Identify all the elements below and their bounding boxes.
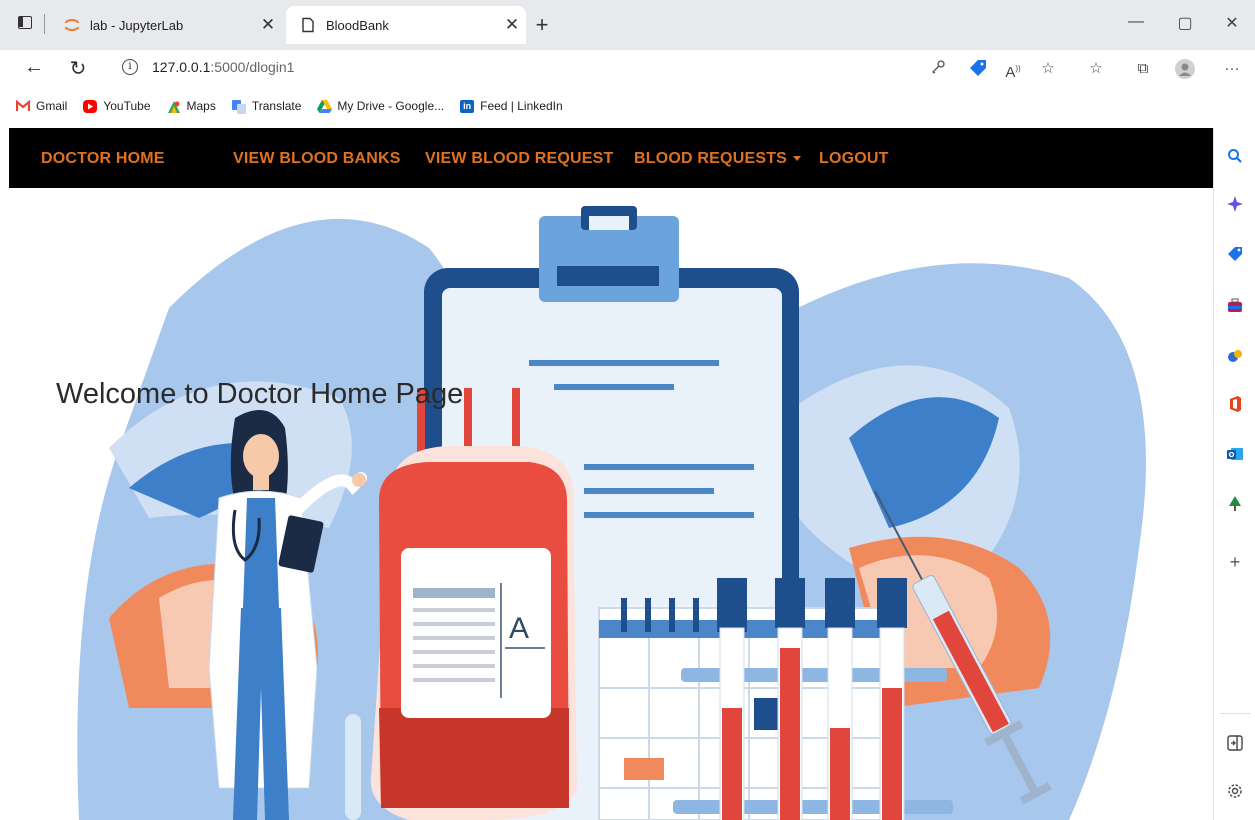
page-icon xyxy=(302,17,314,33)
favorites-icon[interactable]: ☆ xyxy=(1086,59,1106,79)
tab-actions-icon[interactable] xyxy=(18,16,34,32)
tag-icon[interactable] xyxy=(968,59,988,79)
favorite-add-icon[interactable]: ☆ xyxy=(1038,59,1058,79)
close-tab-icon[interactable]: ✕ xyxy=(254,15,282,35)
nav-view-blood-request[interactable]: VIEW BLOOD REQUEST xyxy=(425,150,614,168)
bookmark-maps[interactable]: Maps xyxy=(167,99,216,113)
linkedin-icon: in xyxy=(460,99,475,113)
caret-down-icon xyxy=(793,156,802,162)
tab-strip: lab - JupyterLab ✕ BloodBank ✕ + — ▢ ✕ xyxy=(0,0,1255,50)
translate-icon xyxy=(231,99,246,114)
drive-icon xyxy=(317,99,333,113)
bookmark-label: Maps xyxy=(186,99,216,113)
blood-type-label: A xyxy=(509,612,529,645)
edge-sidebar: + xyxy=(1213,128,1255,820)
top-navbar: DOCTOR HOME VIEW BLOOD BANKS VIEW BLOOD … xyxy=(9,128,1213,188)
nav-blood-requests-dropdown[interactable]: BLOOD REQUESTS xyxy=(634,150,802,168)
web-page: DOCTOR HOME VIEW BLOOD BANKS VIEW BLOOD … xyxy=(0,128,1213,820)
collections-icon[interactable]: ⧉ xyxy=(1133,59,1153,79)
nav-doctor-home[interactable]: DOCTOR HOME xyxy=(41,150,165,168)
nav-logout[interactable]: LOGOUT xyxy=(819,150,889,168)
dropdown-label: BLOOD REQUESTS xyxy=(634,150,788,167)
tab-separator xyxy=(44,14,45,34)
office-icon[interactable] xyxy=(1227,396,1243,412)
bookmark-label: Feed | LinkedIn xyxy=(480,99,563,113)
gmail-icon xyxy=(15,99,31,113)
profile-avatar-icon[interactable] xyxy=(1175,59,1195,79)
new-tab-button[interactable]: + xyxy=(530,12,554,38)
restore-button[interactable]: ▢ xyxy=(1175,13,1195,33)
bookmark-label: Gmail xyxy=(36,99,68,113)
site-info-icon[interactable]: i xyxy=(122,59,138,75)
bookmark-linkedin[interactable]: in Feed | LinkedIn xyxy=(460,99,563,113)
tab-jupyterlab[interactable]: lab - JupyterLab ✕ xyxy=(50,8,282,42)
outlook-icon[interactable] xyxy=(1227,446,1243,462)
back-arrow-icon[interactable]: ← xyxy=(22,56,46,79)
nav-view-blood-banks[interactable]: VIEW BLOOD BANKS xyxy=(233,150,401,168)
key-icon[interactable] xyxy=(928,59,948,79)
tab-bloodbank[interactable]: BloodBank ✕ xyxy=(286,6,526,44)
tab-title: BloodBank xyxy=(326,17,389,33)
shopping-tag-icon[interactable] xyxy=(1227,246,1243,262)
copilot-sparkle-icon[interactable] xyxy=(1227,196,1243,212)
bookmark-label: YouTube xyxy=(103,99,151,113)
close-window-button[interactable]: ✕ xyxy=(1222,13,1242,33)
browser-toolbar: ← ↻ i 127.0.0.1:5000/dlogin1 A)) ☆ ☆ ⧉ ·… xyxy=(0,50,1255,86)
maps-icon xyxy=(167,100,181,113)
tree-icon[interactable] xyxy=(1227,496,1243,512)
read-aloud-icon[interactable]: A)) xyxy=(1003,59,1023,81)
close-tab-icon[interactable]: ✕ xyxy=(498,15,526,35)
blood-bank-illustration: A xyxy=(77,206,1146,820)
tab-title: lab - JupyterLab xyxy=(90,17,184,33)
refresh-icon[interactable]: ↻ xyxy=(66,56,90,81)
jupyter-icon xyxy=(65,19,79,31)
more-menu-icon[interactable]: ··· xyxy=(1222,59,1242,79)
address-bar[interactable]: i 127.0.0.1:5000/dlogin1 xyxy=(122,59,294,75)
bookmark-youtube[interactable]: YouTube xyxy=(83,99,151,113)
bookmark-drive[interactable]: My Drive - Google... xyxy=(317,99,444,113)
settings-gear-icon[interactable] xyxy=(1227,783,1243,799)
bookmark-label: My Drive - Google... xyxy=(337,99,445,113)
search-icon[interactable] xyxy=(1227,148,1243,164)
bookmark-translate[interactable]: Translate xyxy=(231,99,302,114)
welcome-heading: Welcome to Doctor Home Page xyxy=(56,378,464,410)
sidebar-divider xyxy=(1220,713,1250,714)
tools-briefcase-icon[interactable] xyxy=(1227,298,1243,314)
bookmark-gmail[interactable]: Gmail xyxy=(15,99,68,113)
bookmarks-bar: Gmail YouTube Maps Translate My Drive - … xyxy=(0,86,1255,126)
hide-sidebar-icon[interactable] xyxy=(1227,735,1243,751)
add-icon[interactable]: + xyxy=(1227,553,1243,571)
url-host: 127.0.0.1 xyxy=(152,59,211,75)
minimize-button[interactable]: — xyxy=(1126,13,1146,31)
games-icon[interactable] xyxy=(1227,348,1243,364)
url-path: :5000/dlogin1 xyxy=(210,59,295,75)
youtube-icon xyxy=(83,99,98,113)
bookmark-label: Translate xyxy=(251,99,302,113)
